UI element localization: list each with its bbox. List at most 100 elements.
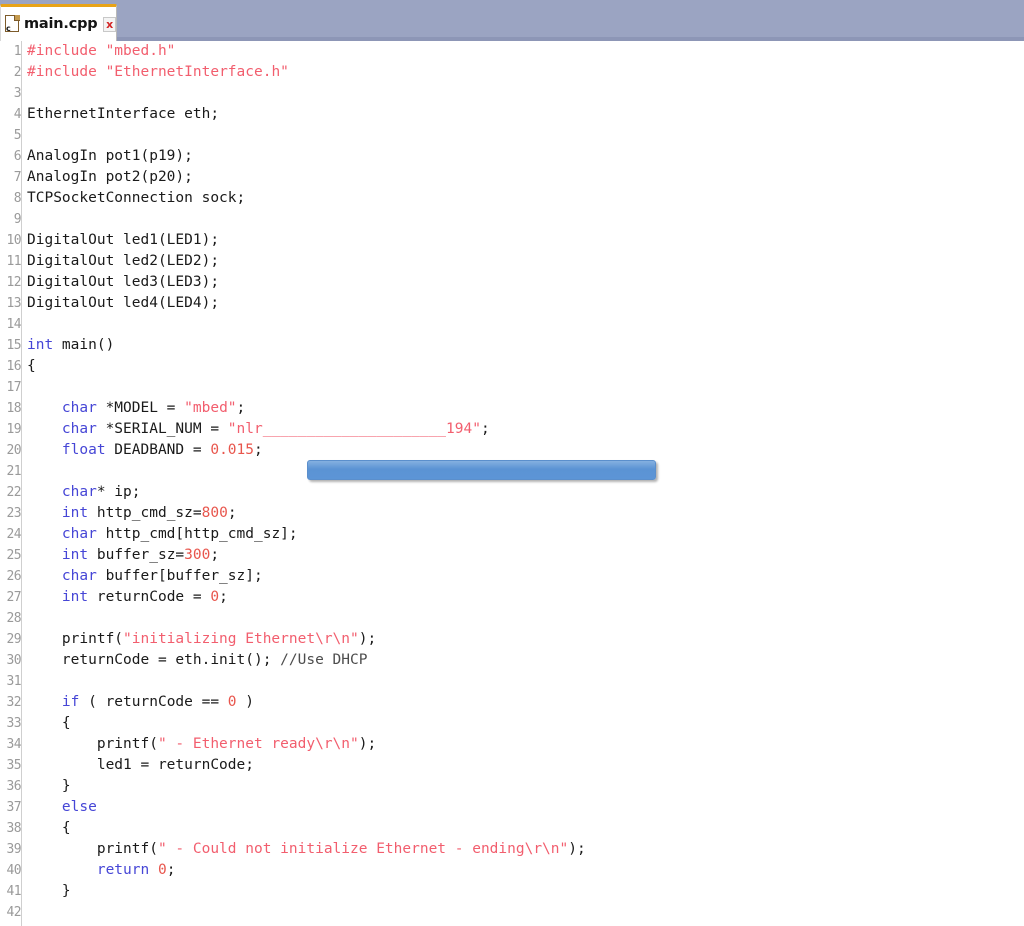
code-line[interactable]: 20 float DEADBAND = 0.015; bbox=[0, 440, 1024, 461]
code-line[interactable]: 39 printf(" - Could not initialize Ether… bbox=[0, 839, 1024, 860]
c-source-file-icon: c bbox=[4, 14, 21, 34]
line-source[interactable]: TCPSocketConnection sock; bbox=[27, 188, 245, 209]
line-source[interactable]: AnalogIn pot1(p19); bbox=[27, 146, 193, 167]
code-line[interactable]: 9 bbox=[0, 209, 1024, 230]
code-line[interactable]: 18 char *MODEL = "mbed"; bbox=[0, 398, 1024, 419]
line-source[interactable]: char *MODEL = "mbed"; bbox=[27, 398, 245, 419]
line-source[interactable]: } bbox=[27, 776, 71, 797]
code-line[interactable]: 22 char* ip; bbox=[0, 482, 1024, 503]
code-line[interactable]: 36 } bbox=[0, 776, 1024, 797]
code-line[interactable]: 4 EthernetInterface eth; bbox=[0, 104, 1024, 125]
code-line[interactable]: 35 led1 = returnCode; bbox=[0, 755, 1024, 776]
line-source[interactable]: DigitalOut led3(LED3); bbox=[27, 272, 219, 293]
code-line[interactable]: 2 #include "EthernetInterface.h" bbox=[0, 62, 1024, 83]
code-line[interactable]: 14 bbox=[0, 314, 1024, 335]
line-source[interactable]: int main() bbox=[27, 335, 114, 356]
code-line[interactable]: 7AnalogIn pot2(p20); bbox=[0, 167, 1024, 188]
token-pun: ); bbox=[359, 631, 376, 647]
line-source[interactable]: EthernetInterface eth; bbox=[27, 104, 219, 125]
token-pun: ; bbox=[481, 421, 490, 437]
code-line[interactable]: 31 bbox=[0, 671, 1024, 692]
close-icon[interactable]: x bbox=[103, 17, 116, 32]
code-line[interactable]: 17 bbox=[0, 377, 1024, 398]
line-source[interactable]: #include "mbed.h" bbox=[27, 41, 175, 62]
token-pun: DigitalOut led1(LED1); bbox=[27, 232, 219, 248]
editor-tab-bar: c main.cpp x bbox=[0, 0, 1024, 41]
line-source[interactable]: char* ip; bbox=[27, 482, 141, 503]
code-line[interactable]: 3 bbox=[0, 83, 1024, 104]
code-line[interactable]: 29 printf("initializing Ethernet\r\n"); bbox=[0, 629, 1024, 650]
line-source[interactable]: DigitalOut led4(LED4); bbox=[27, 293, 219, 314]
code-line[interactable]: 42 bbox=[0, 902, 1024, 923]
line-source[interactable]: #include "EthernetInterface.h" bbox=[27, 62, 289, 83]
code-line[interactable]: 11DigitalOut led2(LED2); bbox=[0, 251, 1024, 272]
line-source[interactable]: led1 = returnCode; bbox=[27, 755, 254, 776]
line-number: 30 bbox=[0, 650, 21, 671]
line-source[interactable]: char http_cmd[http_cmd_sz]; bbox=[27, 524, 298, 545]
token-pun: buffer[buffer_sz]; bbox=[97, 568, 263, 584]
code-line[interactable]: 15int main() bbox=[0, 335, 1024, 356]
token-pun: ; bbox=[254, 442, 263, 458]
line-source[interactable]: else bbox=[27, 797, 97, 818]
code-line[interactable]: 26 char buffer[buffer_sz]; bbox=[0, 566, 1024, 587]
code-line[interactable]: 37 else bbox=[0, 797, 1024, 818]
line-source[interactable]: { bbox=[27, 356, 36, 377]
code-line[interactable]: 1#include "mbed.h" bbox=[0, 41, 1024, 62]
line-number: 2 bbox=[0, 62, 21, 83]
code-line[interactable]: 30 returnCode = eth.init(); //Use DHCP bbox=[0, 650, 1024, 671]
code-line[interactable]: 19 char *SERIAL_NUM = "nlr______________… bbox=[0, 419, 1024, 440]
line-source[interactable]: printf(" - Ethernet ready\r\n"); bbox=[27, 734, 376, 755]
code-line[interactable]: 12DigitalOut led3(LED3); bbox=[0, 272, 1024, 293]
line-source[interactable]: printf("initializing Ethernet\r\n"); bbox=[27, 629, 376, 650]
line-source[interactable]: } bbox=[27, 881, 71, 902]
code-line[interactable]: 32 if ( returnCode == 0 ) bbox=[0, 692, 1024, 713]
code-editor[interactable]: 1#include "mbed.h"2 #include "EthernetInt… bbox=[0, 41, 1024, 926]
line-source[interactable]: int buffer_sz=300; bbox=[27, 545, 219, 566]
code-line[interactable]: 40 return 0; bbox=[0, 860, 1024, 881]
line-source[interactable]: AnalogIn pot2(p20); bbox=[27, 167, 193, 188]
token-str: " - Ethernet ready\r\n" bbox=[158, 736, 359, 752]
line-source[interactable]: { bbox=[27, 713, 71, 734]
token-pun: DigitalOut led2(LED2); bbox=[27, 253, 219, 269]
code-lines-container[interactable]: 1#include "mbed.h"2 #include "EthernetInt… bbox=[0, 41, 1024, 926]
code-line[interactable]: 34 printf(" - Ethernet ready\r\n"); bbox=[0, 734, 1024, 755]
line-source[interactable]: DigitalOut led1(LED1); bbox=[27, 230, 219, 251]
line-number: 16 bbox=[0, 356, 21, 377]
line-source[interactable]: DigitalOut led2(LED2); bbox=[27, 251, 219, 272]
line-number: 26 bbox=[0, 566, 21, 587]
token-num: 800 bbox=[202, 505, 228, 521]
code-line[interactable]: 13DigitalOut led4(LED4); bbox=[0, 293, 1024, 314]
line-source[interactable]: return 0; bbox=[27, 860, 175, 881]
code-line[interactable]: 38 { bbox=[0, 818, 1024, 839]
code-line[interactable]: 10DigitalOut led1(LED1); bbox=[0, 230, 1024, 251]
line-number: 29 bbox=[0, 629, 21, 650]
code-line[interactable]: 25 int buffer_sz=300; bbox=[0, 545, 1024, 566]
line-number: 4 bbox=[0, 104, 21, 125]
code-line[interactable]: 8TCPSocketConnection sock; bbox=[0, 188, 1024, 209]
token-pun: ; bbox=[210, 547, 219, 563]
tab-main-cpp[interactable]: c main.cpp x bbox=[0, 4, 117, 41]
code-line[interactable]: 5 bbox=[0, 125, 1024, 146]
line-number: 21 bbox=[0, 461, 21, 482]
line-source[interactable]: char buffer[buffer_sz]; bbox=[27, 566, 263, 587]
token-pun bbox=[27, 505, 62, 521]
line-source[interactable]: { bbox=[27, 818, 71, 839]
code-line[interactable]: 16 { bbox=[0, 356, 1024, 377]
line-source[interactable]: int http_cmd_sz=800; bbox=[27, 503, 237, 524]
code-line[interactable]: 24 char http_cmd[http_cmd_sz]; bbox=[0, 524, 1024, 545]
line-source[interactable]: float DEADBAND = 0.015; bbox=[27, 440, 263, 461]
code-line[interactable]: 27 int returnCode = 0; bbox=[0, 587, 1024, 608]
line-source[interactable]: char *SERIAL_NUM = "nlr_________________… bbox=[27, 419, 490, 440]
line-number: 23 bbox=[0, 503, 21, 524]
line-source[interactable]: returnCode = eth.init(); //Use DHCP bbox=[27, 650, 367, 671]
token-pun bbox=[27, 442, 62, 458]
line-number: 3 bbox=[0, 83, 21, 104]
line-source[interactable]: printf(" - Could not initialize Ethernet… bbox=[27, 839, 586, 860]
line-source[interactable]: if ( returnCode == 0 ) bbox=[27, 692, 254, 713]
line-source[interactable]: int returnCode = 0; bbox=[27, 587, 228, 608]
code-line[interactable]: 28 bbox=[0, 608, 1024, 629]
code-line[interactable]: 6AnalogIn pot1(p19); bbox=[0, 146, 1024, 167]
code-line[interactable]: 33 { bbox=[0, 713, 1024, 734]
code-line[interactable]: 23 int http_cmd_sz=800; bbox=[0, 503, 1024, 524]
code-line[interactable]: 41 } bbox=[0, 881, 1024, 902]
